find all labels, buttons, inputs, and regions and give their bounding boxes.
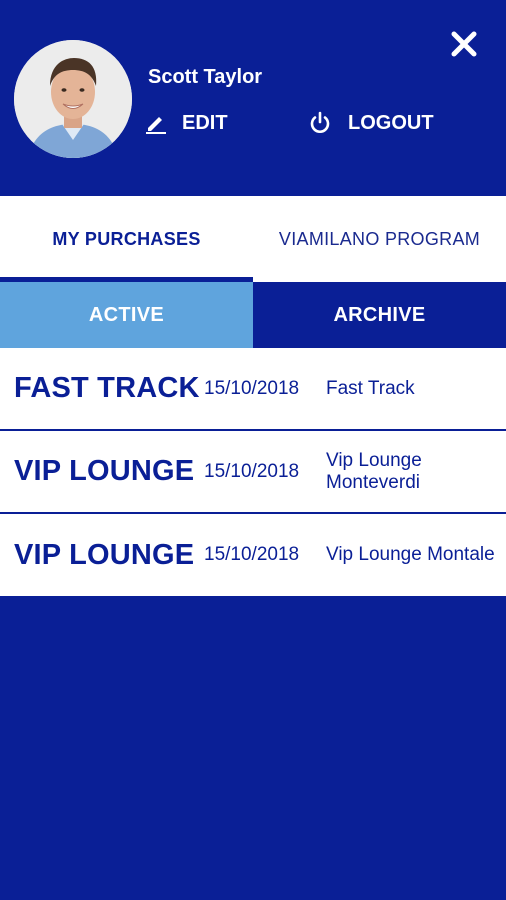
purchase-row[interactable]: VIP LOUNGE 15/10/2018 Vip Lounge Montale: [0, 514, 506, 596]
edit-label: EDIT: [182, 111, 228, 134]
main-tabs: MY PURCHASES VIAMILANO PROGRAM: [0, 196, 506, 282]
purchase-title: FAST TRACK: [14, 372, 200, 404]
user-name: Scott Taylor: [148, 66, 263, 88]
avatar: [14, 40, 132, 158]
edit-button[interactable]: EDIT: [144, 108, 228, 138]
purchase-list: FAST TRACK 15/10/2018 Fast Track VIP LOU…: [0, 348, 506, 596]
purchase-description: Fast Track: [326, 377, 415, 399]
purchase-title: VIP LOUNGE: [14, 538, 195, 571]
purchase-description: Vip Lounge Monteverdi: [326, 449, 422, 493]
tab-viamilano-program[interactable]: VIAMILANO PROGRAM: [253, 196, 506, 282]
tab-my-purchases[interactable]: MY PURCHASES: [0, 196, 253, 282]
purchase-date: 15/10/2018: [204, 377, 300, 399]
purchase-title: VIP LOUNGE: [14, 455, 195, 487]
logout-label: LOGOUT: [348, 111, 434, 134]
user-photo: [14, 40, 132, 158]
purchase-row[interactable]: VIP LOUNGE 15/10/2018 Vip Lounge Monteve…: [0, 431, 506, 514]
purchase-description: Vip Lounge Montale: [326, 544, 495, 565]
segment-active[interactable]: ACTIVE: [0, 282, 253, 348]
purchase-row[interactable]: FAST TRACK 15/10/2018 Fast Track: [0, 348, 506, 431]
close-icon[interactable]: [446, 26, 482, 62]
purchase-date: 15/10/2018: [204, 460, 300, 482]
profile-header: Scott Taylor EDIT LOGOUT: [0, 0, 506, 196]
logout-button[interactable]: LOGOUT: [308, 108, 434, 138]
segment-archive[interactable]: ARCHIVE: [253, 282, 506, 348]
status-segments: ACTIVE ARCHIVE: [0, 282, 506, 348]
purchase-date: 15/10/2018: [204, 544, 300, 565]
pencil-icon: [144, 111, 168, 135]
power-icon: [308, 111, 332, 135]
